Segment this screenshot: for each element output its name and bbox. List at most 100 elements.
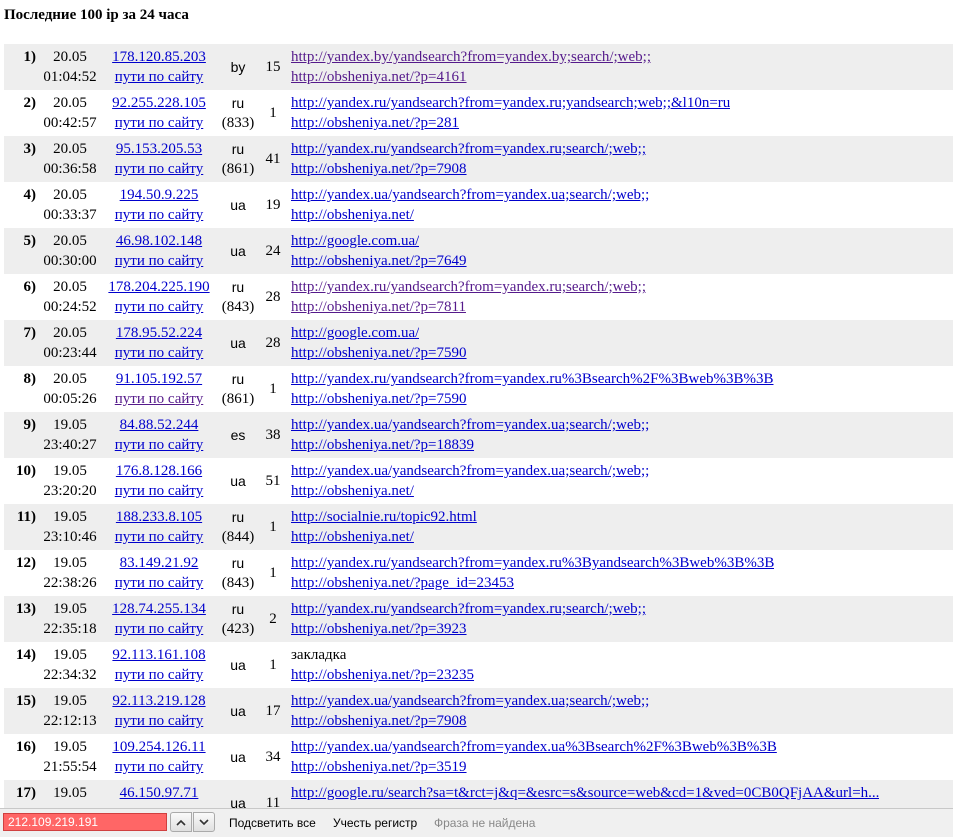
- visit-date: 19.05: [53, 785, 87, 801]
- ip-link[interactable]: 92.113.219.128: [112, 693, 205, 709]
- page-link[interactable]: http://obsheniya.net/?p=7811: [291, 299, 466, 315]
- visit-time: 23:10:46: [43, 529, 97, 545]
- page-link[interactable]: http://obsheniya.net/: [291, 529, 414, 545]
- referer-link[interactable]: http://yandex.ua/yandsearch?from=yandex.…: [291, 187, 649, 203]
- site-paths-link[interactable]: пути по сайту: [115, 621, 204, 637]
- referer-link[interactable]: http://yandex.ru/yandsearch?from=yandex.…: [291, 95, 730, 111]
- referer-link[interactable]: http://yandex.ru/yandsearch?from=yandex.…: [291, 555, 774, 571]
- country-code: ru: [231, 371, 245, 387]
- site-paths-link[interactable]: пути по сайту: [115, 115, 204, 131]
- page-link[interactable]: http://obsheniya.net/?p=3519: [291, 759, 467, 775]
- row-number: 16): [16, 739, 36, 755]
- page-link[interactable]: http://obsheniya.net/?p=18839: [291, 437, 474, 453]
- referer-link[interactable]: http://google.com.ua/: [291, 233, 419, 249]
- page-link[interactable]: http://obsheniya.net/?p=7590: [291, 391, 467, 407]
- visit-date: 19.05: [53, 509, 87, 525]
- hit-count: 1: [269, 657, 277, 673]
- ip-link[interactable]: 92.113.161.108: [112, 647, 205, 663]
- page-link[interactable]: http://obsheniya.net/?p=7908: [291, 161, 467, 177]
- region-code: (843): [221, 575, 255, 591]
- referer-link[interactable]: http://yandex.by/yandsearch?from=yandex.…: [291, 49, 651, 65]
- ip-link[interactable]: 46.98.102.148: [116, 233, 202, 249]
- site-paths-link[interactable]: пути по сайту: [115, 667, 204, 683]
- country-code: ru: [231, 95, 245, 111]
- site-paths-link[interactable]: пути по сайту: [115, 759, 204, 775]
- row-number: 8): [23, 371, 37, 387]
- country-code: ua: [230, 657, 246, 673]
- find-next-button[interactable]: [193, 812, 215, 832]
- country-code: ru: [231, 555, 245, 571]
- visit-date: 19.05: [53, 601, 87, 617]
- site-paths-link[interactable]: пути по сайту: [115, 575, 204, 591]
- referer-link[interactable]: http://yandex.ua/yandsearch?from=yandex.…: [291, 417, 649, 433]
- ip-link[interactable]: 92.255.228.105: [112, 95, 206, 111]
- table-row: 16) 19.05 21:55:54 109.254.126.11 пути по са…: [4, 734, 953, 780]
- ip-link[interactable]: 109.254.126.11: [112, 739, 205, 755]
- hit-count: 28: [265, 335, 281, 351]
- visit-time: 00:33:37: [43, 207, 97, 223]
- ip-link[interactable]: 128.74.255.134: [112, 601, 206, 617]
- find-input[interactable]: [3, 813, 167, 831]
- ip-link[interactable]: 194.50.9.225: [120, 187, 199, 203]
- row-number: 14): [16, 647, 36, 663]
- highlight-all-button[interactable]: Подсветить все: [229, 816, 316, 830]
- referer-link[interactable]: http://google.com.ua/: [291, 325, 419, 341]
- page-link[interactable]: http://obsheniya.net/?p=23235: [291, 667, 474, 683]
- page-link[interactable]: http://obsheniya.net/?p=4161: [291, 69, 467, 85]
- ip-link[interactable]: 178.120.85.203: [112, 49, 206, 65]
- site-paths-link[interactable]: пути по сайту: [115, 69, 204, 85]
- ip-link[interactable]: 84.88.52.244: [120, 417, 199, 433]
- site-paths-link[interactable]: пути по сайту: [115, 391, 204, 407]
- page-link[interactable]: http://obsheniya.net/: [291, 483, 414, 499]
- visit-date: 19.05: [53, 647, 87, 663]
- ip-link[interactable]: 83.149.21.92: [120, 555, 199, 571]
- site-paths-link[interactable]: пути по сайту: [115, 253, 204, 269]
- ip-link[interactable]: 178.95.52.224: [116, 325, 202, 341]
- visit-date: 20.05: [53, 325, 87, 341]
- page-link[interactable]: http://obsheniya.net/?p=281: [291, 115, 459, 131]
- ip-link[interactable]: 91.105.192.57: [116, 371, 202, 387]
- referer-link[interactable]: http://yandex.ua/yandsearch?from=yandex.…: [291, 463, 649, 479]
- country-code: ru: [231, 509, 245, 525]
- site-paths-link[interactable]: пути по сайту: [115, 529, 204, 545]
- referer-link[interactable]: http://yandex.ua/yandsearch?from=yandex.…: [291, 693, 649, 709]
- page-link[interactable]: http://obsheniya.net/?p=7649: [291, 253, 467, 269]
- visit-time: 00:05:26: [43, 391, 97, 407]
- site-paths-link[interactable]: пути по сайту: [115, 713, 204, 729]
- referer-link[interactable]: http://yandex.ru/yandsearch?from=yandex.…: [291, 601, 646, 617]
- page-link[interactable]: http://obsheniya.net/?p=3923: [291, 621, 467, 637]
- country-code: ru: [231, 279, 245, 295]
- referer-link[interactable]: http://yandex.ru/yandsearch?from=yandex.…: [291, 141, 646, 157]
- ip-link[interactable]: 188.233.8.105: [116, 509, 202, 525]
- referer-link[interactable]: http://socialnie.ru/topic92.html: [291, 509, 477, 525]
- site-paths-link[interactable]: пути по сайту: [115, 161, 204, 177]
- site-paths-link[interactable]: пути по сайту: [115, 437, 204, 453]
- region-code: (861): [221, 391, 255, 407]
- site-paths-link[interactable]: пути по сайту: [115, 345, 204, 361]
- page-title: Последние 100 ip за 24 часа: [4, 7, 189, 23]
- page-link[interactable]: http://obsheniya.net/: [291, 207, 414, 223]
- ip-link[interactable]: 46.150.97.71: [120, 785, 199, 801]
- visit-time: 00:36:58: [43, 161, 97, 177]
- site-paths-link[interactable]: пути по сайту: [115, 483, 204, 499]
- referer-link[interactable]: http://yandex.ru/yandsearch?from=yandex.…: [291, 371, 774, 387]
- ip-link[interactable]: 95.153.205.53: [116, 141, 202, 157]
- find-previous-button[interactable]: [170, 812, 192, 832]
- site-paths-link[interactable]: пути по сайту: [115, 207, 204, 223]
- region-code: (861): [221, 161, 255, 177]
- referer-link[interactable]: http://yandex.ru/yandsearch?from=yandex.…: [291, 279, 646, 295]
- match-case-button[interactable]: Учесть регистр: [333, 816, 417, 830]
- table-row: 1) 20.05 01:04:52 178.120.85.203 пути по сай…: [4, 44, 953, 90]
- page-link[interactable]: http://obsheniya.net/?p=7908: [291, 713, 467, 729]
- row-number: 2): [23, 95, 37, 111]
- referer-link[interactable]: http://yandex.ua/yandsearch?from=yandex.…: [291, 739, 777, 755]
- visit-date: 20.05: [53, 279, 87, 295]
- ip-link[interactable]: 178.204.225.190: [108, 279, 209, 295]
- site-paths-link[interactable]: пути по сайту: [115, 299, 204, 315]
- referer-link[interactable]: http://google.ru/search?sa=t&rct=j&q=&es…: [291, 785, 879, 801]
- ip-link[interactable]: 176.8.128.166: [116, 463, 202, 479]
- hit-count: 38: [265, 427, 281, 443]
- page-link[interactable]: http://obsheniya.net/?p=7590: [291, 345, 467, 361]
- page-link[interactable]: http://obsheniya.net/?page_id=23453: [291, 575, 514, 591]
- country-code: ua: [230, 197, 246, 213]
